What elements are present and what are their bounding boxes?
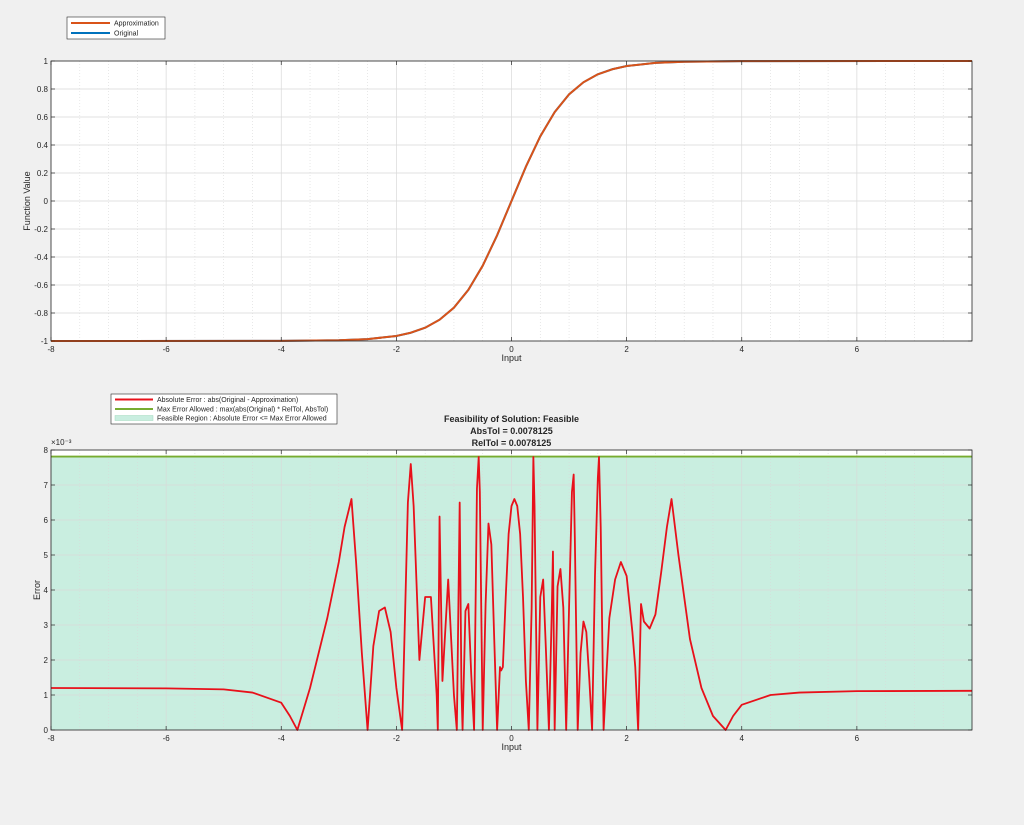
y-tick-label: 6 [44,516,49,525]
y-tick-label: -0.4 [34,253,48,262]
function-plot-y-label: Function Value [22,171,32,230]
y-tick-label: 0.2 [37,169,49,178]
error-plot[interactable]: -8 -6 -4 -2 0 2 4 6012345678 ×10⁻³ Input Error … [32,414,973,752]
legend-label-approximation: Approximation [114,21,159,28]
legend-label-original: Original [114,31,139,38]
y-tick-label: 2 [44,656,49,665]
y-tick-label: 8 [44,446,49,455]
error-plot-exponent-label: ×10⁻³ [51,438,72,447]
y-tick-label: 4 [44,586,49,595]
x-tick-label: -2 [393,345,401,354]
x-tick-label: -6 [163,345,171,354]
x-tick-label: 6 [855,345,860,354]
x-tick-label: -4 [278,734,286,743]
y-tick-label: 7 [44,481,49,490]
y-tick-label: 1 [44,691,49,700]
legend-label-max-error: Max Error Allowed : max(abs(Original) * … [157,407,328,414]
y-tick-label: 0 [44,726,49,735]
legend-label-absolute-error: Absolute Error : abs(Original - Approxim… [157,397,298,404]
x-tick-label: 6 [855,734,860,743]
x-tick-label: 2 [624,734,629,743]
y-tick-label: 0.6 [37,113,49,122]
y-tick-label: -0.8 [34,309,48,318]
x-tick-label: -6 [163,734,171,743]
function-plot-x-label: Input [501,353,522,363]
x-tick-label: -4 [278,345,286,354]
function-plot-legend[interactable]: Approximation Original [66,16,166,40]
x-tick-label: -2 [393,734,401,743]
y-tick-label: -0.2 [34,225,48,234]
figure-canvas: -8 -6 -4 -2 0 2 4 6 -1 -0.8 -0.6 -0.4 -0.2 0 0.2 0.4 0.6… [0,0,1024,820]
x-tick-label: 4 [740,345,745,354]
y-tick-label: 0.8 [37,85,49,94]
error-plot-y-label: Error [32,580,42,600]
legend-label-feasible-region: Feasible Region : Absolute Error <= Max … [157,416,327,423]
figure: -8 -6 -4 -2 0 2 4 6 -1 -0.8 -0.6 -0.4 -0.2 0 0.2 0.4 0.6… [0,0,1024,820]
function-plot[interactable]: -8 -6 -4 -2 0 2 4 6-1-0.8-0.6-0.4-0.200.20.40.6… [22,57,973,363]
x-tick-label: 2 [624,345,629,354]
y-tick-label: 5 [44,551,49,560]
y-tick-label: -0.6 [34,281,48,290]
error-plot-title-line-1: Feasibility of Solution: Feasible [444,414,579,424]
x-tick-label: -8 [47,345,55,354]
legend-swatch-feasible-region [114,415,154,421]
y-tick-label: 0.4 [37,141,49,150]
y-tick-label: -1 [41,337,49,346]
x-tick-label: 4 [740,734,745,743]
error-plot-title-line-2: AbsTol = 0.0078125 [470,426,553,436]
error-plot-legend[interactable]: Absolute Error : abs(Original - Approxim… [110,393,338,425]
y-tick-label: 3 [44,621,49,630]
y-tick-label: 1 [44,57,49,66]
y-tick-label: 0 [44,197,49,206]
x-tick-label: -8 [47,734,55,743]
error-plot-x-label: Input [501,742,522,752]
error-plot-title-line-3: RelTol = 0.0078125 [472,438,552,448]
